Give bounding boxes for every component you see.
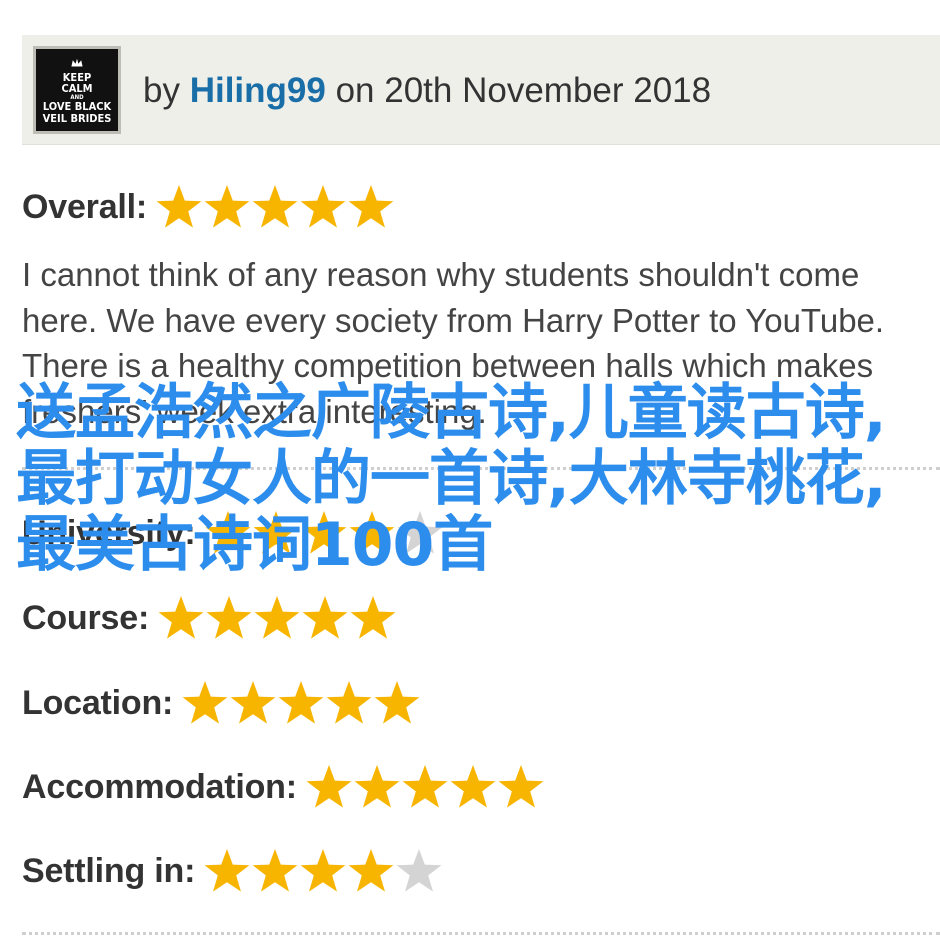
star-filled-icon (252, 185, 298, 228)
rating-label: Course: (22, 598, 150, 637)
rating-label: Accommodation: (22, 767, 297, 806)
rating-label: Overall: (22, 187, 148, 226)
star-filled-icon (182, 681, 228, 724)
star-filled-icon (498, 765, 544, 808)
star-empty-icon (396, 849, 442, 892)
star-filled-icon (450, 765, 496, 808)
star-filled-icon (350, 596, 396, 639)
rating-label: Location: (22, 683, 174, 722)
star-filled-icon (326, 681, 372, 724)
star-filled-icon (402, 765, 448, 808)
star-filled-icon (278, 681, 324, 724)
rating-row-accommodation: Accommodation: (22, 764, 545, 810)
by-prefix: by (143, 71, 180, 110)
star-filled-icon (204, 185, 250, 228)
avatar-line: LOVE BLACK (42, 100, 112, 114)
rating-row-location: Location: (22, 680, 421, 726)
star-filled-icon (348, 849, 394, 892)
divider (22, 932, 940, 935)
overlay-title-text: 送孟浩然之广陵古诗,儿童读古诗,最打动女人的一首诗,大林寺桃花,最美古诗词100… (16, 378, 887, 580)
review-byline: by Hiling99 on 20th November 2018 (143, 71, 711, 111)
star-rating (155, 184, 395, 230)
star-rating (181, 680, 421, 726)
star-filled-icon (158, 596, 204, 639)
crown-icon (71, 58, 83, 67)
star-filled-icon (156, 185, 202, 228)
star-filled-icon (302, 596, 348, 639)
rating-row-settling-in: Settling in: (22, 848, 443, 894)
star-rating (157, 595, 397, 641)
star-filled-icon (300, 849, 346, 892)
star-rating (305, 764, 545, 810)
star-filled-icon (348, 185, 394, 228)
star-filled-icon (252, 849, 298, 892)
star-filled-icon (230, 681, 276, 724)
star-filled-icon (204, 849, 250, 892)
rating-label: Settling in: (22, 851, 196, 890)
username-link[interactable]: Hiling99 (190, 71, 326, 110)
star-filled-icon (306, 765, 352, 808)
star-filled-icon (354, 765, 400, 808)
star-filled-icon (300, 185, 346, 228)
review-date: on 20th November 2018 (335, 71, 712, 110)
star-filled-icon (206, 596, 252, 639)
star-filled-icon (374, 681, 420, 724)
rating-row-overall: Overall: (22, 184, 395, 230)
rating-row-course: Course: (22, 595, 397, 641)
review-header: KEEP CALM AND LOVE BLACK VEIL BRIDES by … (22, 35, 940, 145)
avatar-line: VEIL BRIDES (42, 111, 112, 125)
star-filled-icon (254, 596, 300, 639)
star-rating (203, 848, 443, 894)
user-avatar[interactable]: KEEP CALM AND LOVE BLACK VEIL BRIDES (33, 46, 121, 134)
